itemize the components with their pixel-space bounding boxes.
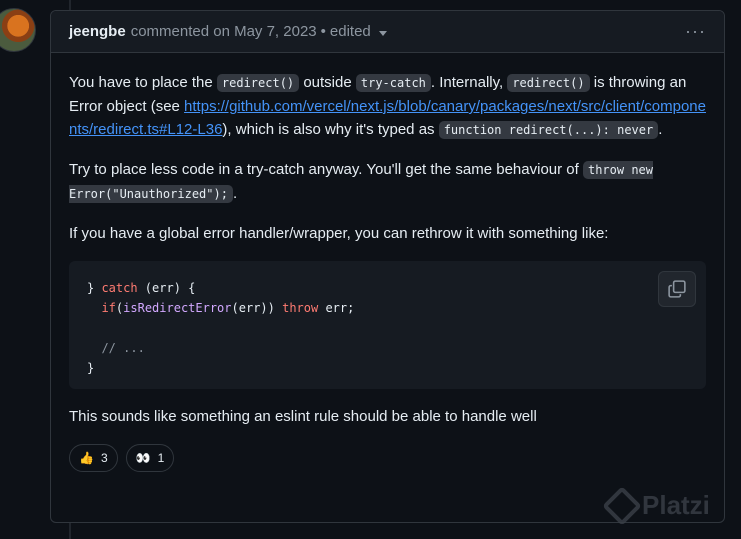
edited-label[interactable]: edited xyxy=(330,23,371,40)
inline-code: redirect() xyxy=(216,74,300,92)
code-block: } catch (err) { if(isRedirectError(err))… xyxy=(69,261,706,389)
comment-header: jeengbe commented on May 7, 2023 • edite… xyxy=(51,11,724,53)
platzi-watermark: Platzi xyxy=(602,485,710,526)
code-token: (err)) xyxy=(231,301,283,315)
text: ), which is also why it's typed as xyxy=(222,121,439,138)
text: . Internally, xyxy=(430,74,508,91)
text: outside xyxy=(299,74,356,91)
code-content[interactable]: } catch (err) { if(isRedirectError(err))… xyxy=(87,278,688,378)
comment-body: You have to place the redirect() outside… xyxy=(51,53,724,472)
code-token: throw xyxy=(282,301,319,315)
code-token: if xyxy=(101,301,116,315)
comment-date[interactable]: commented on May 7, 2023 xyxy=(131,23,317,40)
reaction-count: 3 xyxy=(100,450,108,465)
separator: • xyxy=(320,23,326,40)
text: You have to place the xyxy=(69,74,217,91)
reaction-eyes[interactable]: 👀 1 xyxy=(125,444,175,472)
avatar[interactable] xyxy=(0,8,36,52)
paragraph-4: This sounds like something an eslint rul… xyxy=(69,408,537,425)
copy-icon xyxy=(668,280,686,298)
watermark-text: Platzi xyxy=(642,490,710,520)
author-link[interactable]: jeengbe xyxy=(69,23,126,40)
eyes-icon: 👀 xyxy=(135,450,151,465)
code-token: err; xyxy=(318,301,355,315)
inline-code: function redirect(...): never xyxy=(438,121,659,139)
thumbs-up-icon: 👍 xyxy=(79,450,94,465)
more-options-icon[interactable]: ··· xyxy=(685,21,706,42)
reaction-thumbs-up[interactable]: 👍 3 xyxy=(69,444,118,472)
paragraph-3: If you have a global error handler/wrapp… xyxy=(69,225,609,242)
code-token: } xyxy=(87,281,102,295)
code-comment: // ... xyxy=(87,341,145,355)
text: . xyxy=(658,121,663,138)
code-token: catch xyxy=(101,281,138,295)
code-token: (err) { xyxy=(137,281,196,295)
platzi-logo-icon xyxy=(602,485,642,526)
reactions-bar: 👍 3 👀 1 xyxy=(69,444,706,472)
paragraph-1: You have to place the redirect() outside… xyxy=(69,71,706,142)
text: Try to place less code in a try-catch an… xyxy=(69,161,583,178)
inline-code: try-catch xyxy=(355,74,431,92)
chevron-down-icon[interactable] xyxy=(378,30,387,36)
comment-card: jeengbe commented on May 7, 2023 • edite… xyxy=(50,10,725,523)
paragraph-2: Try to place less code in a try-catch an… xyxy=(69,158,706,206)
copy-button[interactable] xyxy=(658,271,696,307)
code-token: isRedirectError xyxy=(123,301,232,315)
code-token: } xyxy=(87,361,95,375)
text: . xyxy=(232,185,238,202)
reaction-count: 1 xyxy=(157,450,165,465)
inline-code: redirect() xyxy=(507,74,590,92)
